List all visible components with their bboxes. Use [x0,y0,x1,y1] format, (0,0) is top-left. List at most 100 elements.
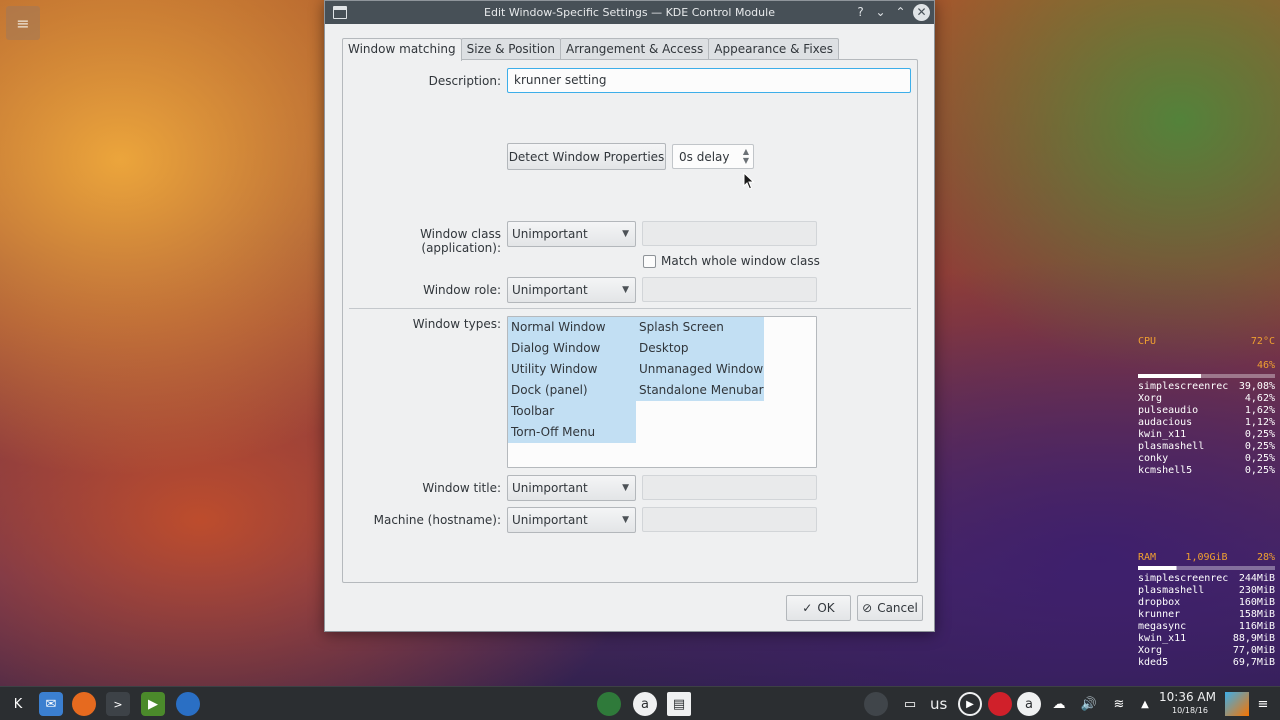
list-item[interactable]: Normal Window [508,317,636,338]
app-task-icon[interactable] [597,692,621,716]
list-item[interactable]: Dialog Window [508,338,636,359]
desktop-toolbox-button[interactable]: ≡ [6,6,40,40]
cancel-label: Cancel [877,601,918,615]
ram-percent: 28% [1256,552,1275,563]
list-item[interactable]: Dock (panel) [508,380,636,401]
hamburger-icon: ≡ [16,13,30,33]
conky-ram-widget: RAM 1,09GiB 28% simplescreenrec 244MiB plas… [1138,552,1275,669]
tab-window-matching[interactable]: Window matching [342,38,462,61]
ok-label: OK [817,601,835,615]
settings-task-icon[interactable]: ▤ [667,692,691,716]
list-item: kded5 69,7MiB [1138,657,1275,668]
list-item: simplescreenrec 244MiB [1138,573,1275,584]
list-item[interactable]: Splash Screen [636,317,764,338]
window-title-value: Unimportant [512,481,588,495]
delay-spinbox[interactable]: 0s delay ▲ ▼ [672,144,754,169]
chevron-down-icon: ▼ [622,285,629,295]
list-item: conky 0,25% [1138,453,1275,464]
list-item[interactable]: Utility Window [508,359,636,380]
machine-input [642,507,817,532]
machine-label: Machine (hostname): [373,513,501,527]
amazon-tray-icon[interactable]: a [1017,692,1041,716]
volume-icon[interactable]: 🔊 [1077,692,1101,716]
window-types-list[interactable]: Normal Window Dialog Window Utility Wind… [507,316,817,468]
description-label: Description: [428,74,501,88]
detect-window-properties-button[interactable]: Detect Window Properties [507,143,666,170]
kde-launcher-icon[interactable]: K [6,692,30,716]
settings-window: Edit Window-Specific Settings — KDE Cont… [324,0,935,632]
cpu-percent: 46% [1256,360,1275,371]
machine-value: Unimportant [512,513,588,527]
tab-appearance-fixes[interactable]: Appearance & Fixes [708,38,840,60]
description-field[interactable]: krunner setting [507,68,911,93]
maximize-button[interactable]: ⌃ [893,3,908,21]
list-item: plasmashell 0,25% [1138,441,1275,452]
clock-time[interactable]: 10:36 AM [1159,690,1216,704]
window-role-input [642,277,817,302]
match-whole-class-label: Match whole window class [661,254,820,268]
ram-used: 1,09GiB [1185,552,1228,563]
status-icon[interactable] [864,692,888,716]
media-player-icon[interactable]: ▶ [141,692,165,716]
clock-date[interactable]: 10/18/16 [1172,706,1208,715]
wifi-icon[interactable]: ≋ [1107,692,1131,716]
cloud-icon[interactable]: ☁ [1047,692,1071,716]
close-button[interactable]: ✕ [913,3,930,21]
conky-cpu-widget: CPU 72°C 46% simplescreenrec 39,08% Xorg 4,… [1138,336,1275,477]
window-class-combo[interactable]: Unimportant ▼ [507,221,636,247]
list-item: simplescreenrec 39,08% [1138,381,1275,392]
window-role-value: Unimportant [512,283,588,297]
terminal-icon[interactable]: > [106,692,130,716]
list-item[interactable]: Unmanaged Window [636,359,764,380]
window-class-value: Unimportant [512,227,588,241]
window-role-combo[interactable]: Unimportant ▼ [507,277,636,303]
cpu-label: CPU [1138,336,1157,347]
tab-size-position[interactable]: Size & Position [460,38,561,60]
panel-menu-icon[interactable]: ≡ [1254,692,1272,716]
ram-label: RAM [1138,552,1157,563]
tab-bar: Window matching Size & Position Arrangem… [342,38,840,61]
list-item: kwin_x11 88,9MiB [1138,633,1275,644]
battery-icon[interactable]: ▭ [898,692,922,716]
ok-button[interactable]: ✓ OK [786,595,851,621]
list-item[interactable]: Torn-Off Menu [508,422,636,443]
list-item[interactable]: Toolbar [508,401,636,422]
keyboard-layout[interactable]: us [930,695,947,713]
chevron-down-icon: ▼ [622,229,629,239]
tray-expand-icon[interactable]: ▲ [1133,692,1157,716]
list-item[interactable]: Desktop [636,338,764,359]
machine-combo[interactable]: Unimportant ▼ [507,507,636,533]
mail-icon[interactable]: ✉ [39,692,63,716]
list-item: pulseaudio 1,62% [1138,405,1275,416]
spin-arrows-icon[interactable]: ▲ ▼ [743,147,749,165]
window-title-input [642,475,817,500]
cpu-process-list: simplescreenrec 39,08% Xorg 4,62% pulseaud… [1138,381,1275,477]
checkbox-box[interactable] [643,254,656,268]
play-icon[interactable]: ▶ [958,692,982,716]
list-item: audacious 1,12% [1138,417,1275,428]
taskbar: K ✉ > ▶ a ▤ ▭ us ▶ a ☁ 🔊 ≋ ▲ 10:36 AM 10… [0,686,1280,720]
amazon-task-icon[interactable]: a [633,692,657,716]
cancel-button[interactable]: ⊘ Cancel [857,595,923,621]
list-item: megasync 116MiB [1138,621,1275,632]
list-item: kwin_x11 0,25% [1138,429,1275,440]
window-class-input [642,221,817,246]
help-button[interactable]: ? [853,3,868,21]
tab-arrangement-access[interactable]: Arrangement & Access [559,38,710,60]
browser-icon[interactable] [176,692,200,716]
window-titlebar[interactable]: Edit Window-Specific Settings — KDE Cont… [325,1,934,24]
record-icon[interactable] [988,692,1012,716]
window-app-icon[interactable] [333,6,347,19]
window-title: Edit Window-Specific Settings — KDE Cont… [484,6,775,19]
show-desktop-icon[interactable] [1225,692,1249,716]
window-title-combo[interactable]: Unimportant ▼ [507,475,636,501]
list-item: Xorg 4,62% [1138,393,1275,404]
separator [349,308,911,309]
list-item[interactable]: Standalone Menubar [636,380,764,401]
minimize-button[interactable]: ⌄ [873,3,888,21]
cpu-temp: 72°C [1250,336,1275,347]
match-whole-class-checkbox[interactable]: Match whole window class [643,254,820,268]
firefox-icon[interactable] [72,692,96,716]
list-item: Xorg 77,0MiB [1138,645,1275,656]
list-item: kcmshell5 0,25% [1138,465,1275,476]
